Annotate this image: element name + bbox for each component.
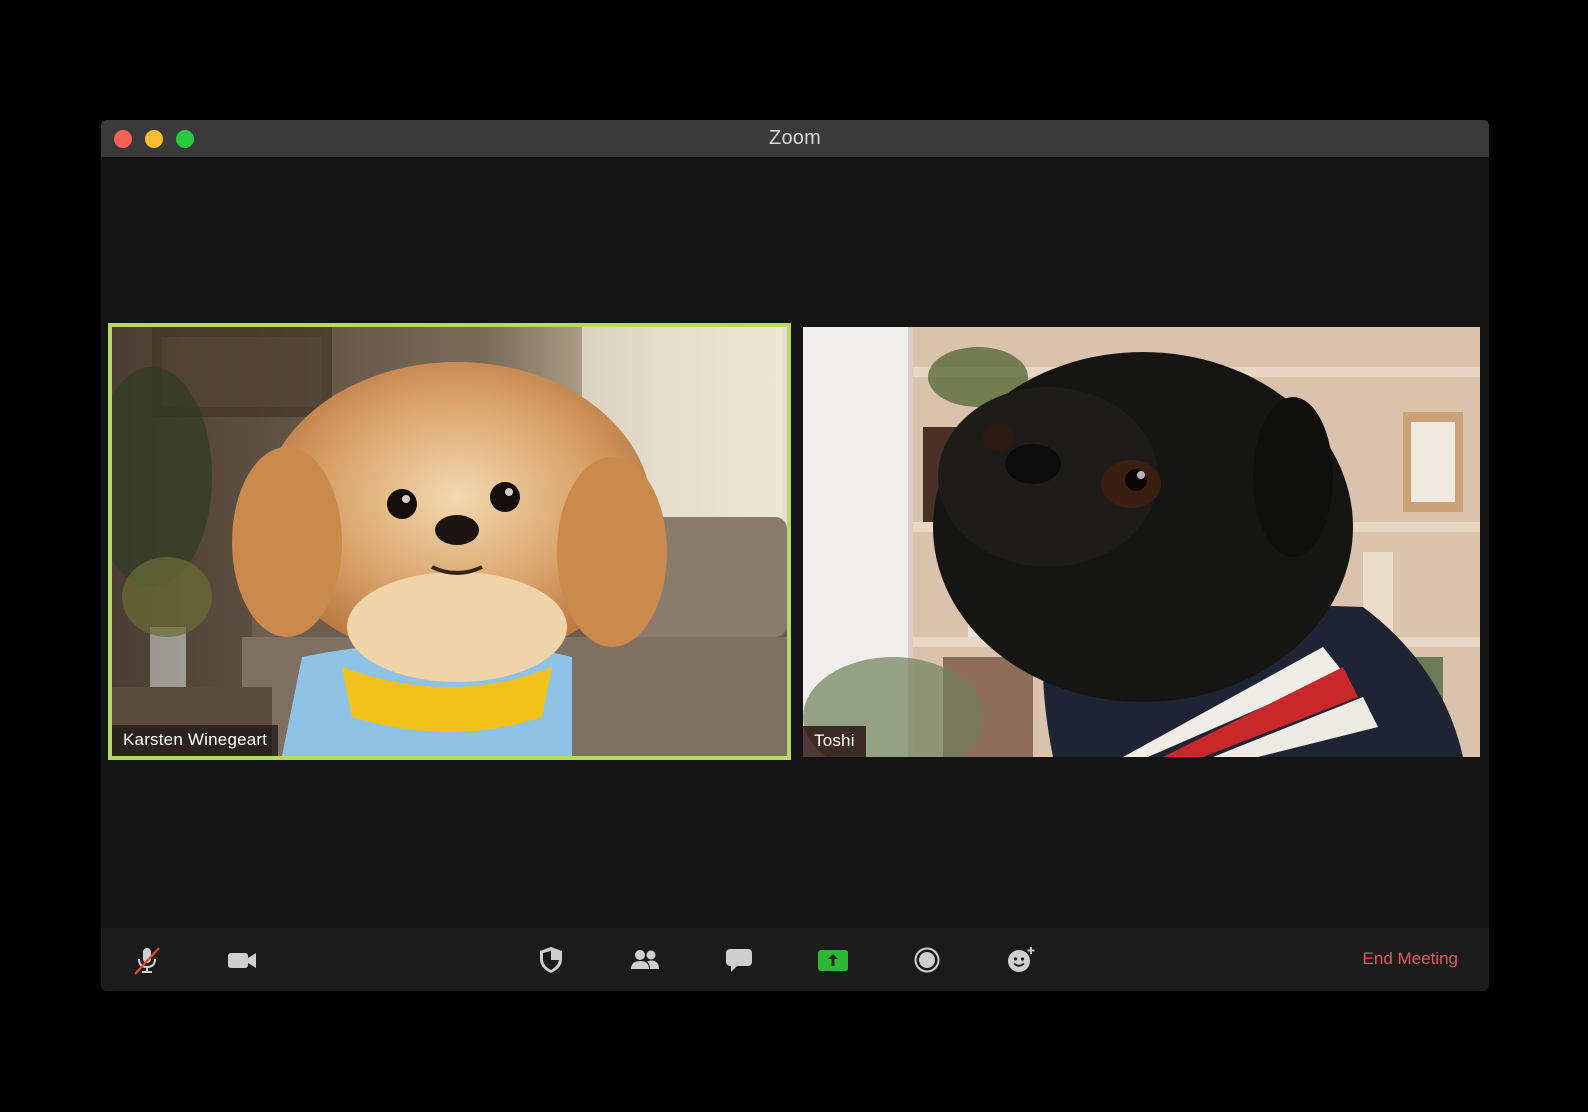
close-window-button[interactable] xyxy=(114,130,132,148)
video-tile-participant-1[interactable]: Karsten Winegeart xyxy=(108,323,791,760)
mute-button[interactable] xyxy=(131,944,163,976)
reactions-icon xyxy=(1008,947,1035,972)
chat-button[interactable] xyxy=(723,944,755,976)
participants-icon xyxy=(631,950,659,969)
window-title: Zoom xyxy=(769,127,821,149)
video-camera-icon xyxy=(228,953,256,968)
share-screen-button[interactable] xyxy=(817,944,849,976)
participant-name-tag: Karsten Winegeart xyxy=(112,725,279,756)
reactions-button[interactable] xyxy=(1005,944,1037,976)
participant-1-video xyxy=(112,327,787,756)
window-controls xyxy=(114,130,194,148)
meeting-toolbar: End Meeting xyxy=(101,928,1489,991)
record-button[interactable] xyxy=(911,944,943,976)
minimize-window-button[interactable] xyxy=(145,130,163,148)
title-bar: Zoom xyxy=(101,120,1489,157)
end-meeting-button[interactable]: End Meeting xyxy=(1363,949,1458,969)
participants-button[interactable] xyxy=(629,944,661,976)
security-button[interactable] xyxy=(535,944,567,976)
stop-video-button[interactable] xyxy=(226,944,258,976)
share-screen-icon xyxy=(818,950,848,971)
mic-muted-icon xyxy=(134,947,160,975)
participant-2-video xyxy=(803,327,1480,757)
security-shield-icon xyxy=(540,947,562,973)
record-icon xyxy=(914,947,940,973)
zoom-window: Zoom Karsten Winegeart Toshi End Meeting xyxy=(101,120,1489,991)
chat-bubble-icon xyxy=(726,949,752,972)
participant-name-tag: Toshi xyxy=(803,726,866,757)
maximize-window-button[interactable] xyxy=(176,130,194,148)
video-tile-participant-2[interactable]: Toshi xyxy=(803,327,1480,757)
